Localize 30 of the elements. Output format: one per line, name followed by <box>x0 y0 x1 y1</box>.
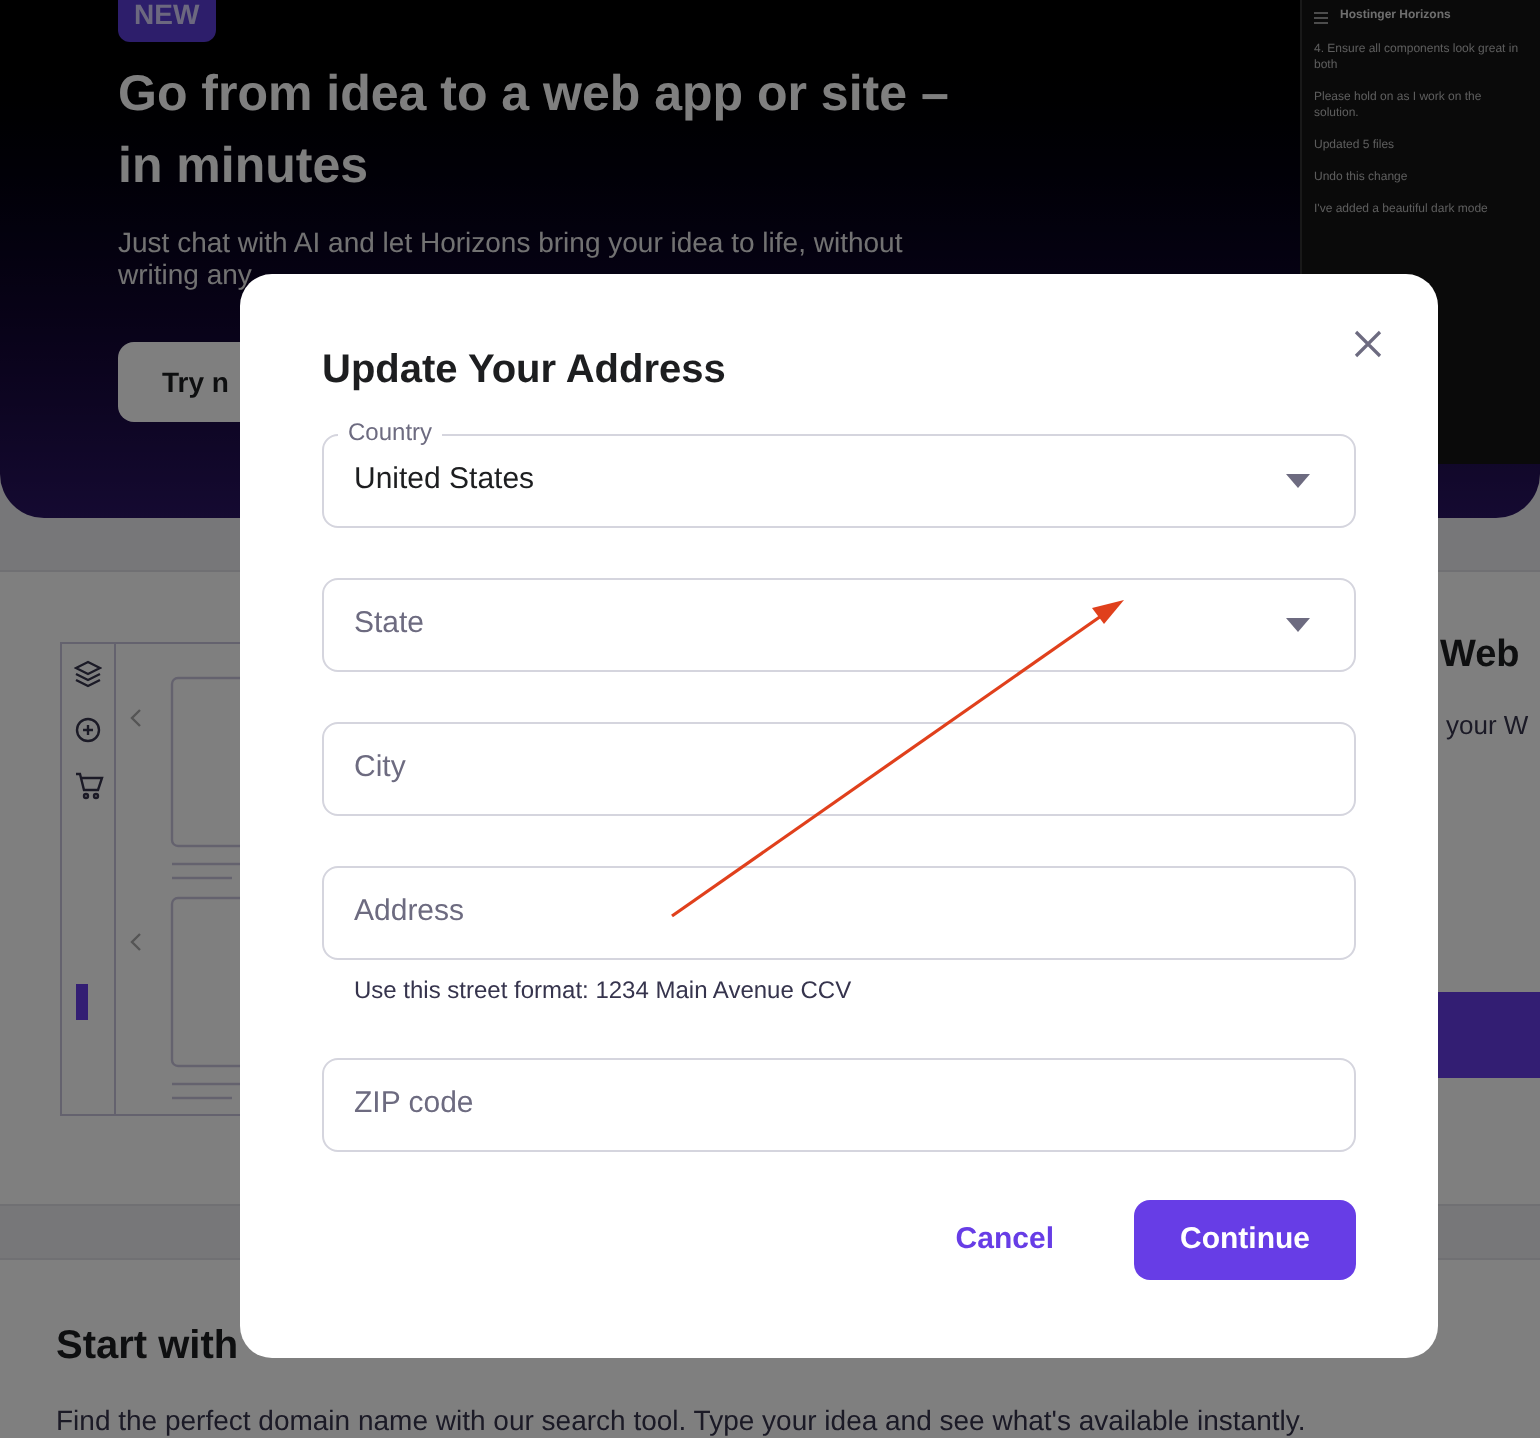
field-placeholder: Address <box>354 892 467 933</box>
layers-icon[interactable] <box>74 660 102 688</box>
field-value: United States <box>354 460 537 501</box>
selection-marker <box>75 984 87 1020</box>
input-field[interactable]: ZIP code <box>322 1058 1356 1152</box>
cart-icon[interactable] <box>73 772 103 800</box>
dropdown-caret-icon <box>1286 618 1310 632</box>
new-badge: NEW <box>118 0 216 42</box>
cancel-button[interactable]: Cancel <box>955 1217 1054 1263</box>
section-heading: Web <box>1440 632 1522 680</box>
field-label: Country <box>338 418 443 446</box>
menu-icon[interactable] <box>1314 11 1328 23</box>
section-heading: Start with <box>56 1322 241 1372</box>
hero-text: Just chat with AI and let Horizons bring your idea to life, without writing any <box>118 226 905 290</box>
field-placeholder: State <box>354 604 427 645</box>
dropdown-caret-icon <box>1286 474 1310 488</box>
select-field[interactable]: State <box>322 578 1356 672</box>
hero-heading: Go from idea to a web app or site – in minutes <box>118 64 951 198</box>
input-field[interactable]: City <box>322 722 1356 816</box>
dialog-title: Update Your Address <box>322 346 728 394</box>
input-field[interactable]: Address <box>322 866 1356 960</box>
section-text: Find the perfect domain name with our search tool. Type your idea and see what's available instantly. <box>56 1402 1308 1438</box>
section-text: your W <box>1446 707 1531 744</box>
close-icon <box>1354 330 1382 358</box>
field-placeholder: ZIP code <box>354 1084 476 1125</box>
plus-circle-icon[interactable] <box>74 716 102 744</box>
continue-button[interactable]: Continue <box>1134 1200 1356 1280</box>
close-button[interactable] <box>1352 328 1384 360</box>
field-hint: Use this street format: 1234 Main Avenue CCV <box>352 974 854 1008</box>
field-placeholder: City <box>354 748 408 789</box>
